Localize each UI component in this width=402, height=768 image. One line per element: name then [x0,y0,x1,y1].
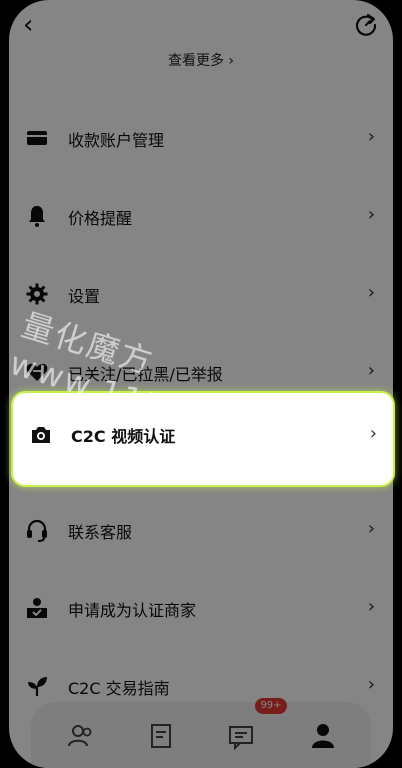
menu-item-label: 申请成为认证商家 [68,601,197,620]
sprout-icon [28,677,47,696]
tab-orders-icon[interactable] [147,722,175,750]
menu-item-payment-accounts[interactable]: 收款账户管理 › [9,108,393,168]
refresh-icon[interactable] [353,12,379,38]
menu-item-label: 已关注/已拉黑/已举报 [68,365,223,384]
menu-item-label: 价格提醒 [68,209,133,228]
menu-item-become-merchant[interactable]: 申请成为认证商家 › [9,578,393,638]
chevron-right-icon: › [367,674,375,695]
gear-icon [26,283,48,305]
merchant-icon [27,598,47,618]
chevron-right-icon: › [367,126,375,147]
menu-item-video-verification[interactable]: C2C 视频认证 › [11,391,395,487]
heart-icon [26,363,48,381]
tab-messages-icon[interactable] [227,722,255,750]
menu-item-price-alert[interactable]: 价格提醒 › [9,186,393,246]
chevron-right-icon: › [367,282,375,303]
chevron-right-icon: › [369,423,377,444]
menu-item-customer-service[interactable]: 联系客服 › [9,500,393,560]
menu-item-settings[interactable]: 设置 › [9,264,393,324]
menu-item-label: 联系客服 [68,523,133,542]
menu-item-label: C2C 交易指南 [68,679,170,698]
bottom-tab-bar: 99+ [31,698,371,768]
back-button[interactable]: ‹ [23,10,47,40]
notification-badge: 99+ [255,698,287,714]
chevron-right-icon: › [367,360,375,381]
tab-community-icon[interactable] [67,722,95,750]
chevron-right-icon: › [367,518,375,539]
menu-item-label: C2C 视频认证 [71,427,176,446]
menu-item-label: 设置 [68,287,101,306]
tab-profile-icon[interactable] [309,722,337,750]
menu-item-label: 收款账户管理 [68,131,165,150]
top-bar: ‹ [9,0,393,52]
bell-icon [29,206,45,227]
card-icon [27,131,47,145]
camera-icon [32,427,50,443]
app-screen: ‹ 查看更多 › 收款账户管理 › 价格提醒 › 设置 › 已关注/已拉黑/已举… [9,0,393,768]
headset-icon [27,519,47,542]
chevron-right-icon: › [367,204,375,225]
chevron-right-icon: › [367,596,375,617]
see-more-link[interactable]: 查看更多 › [9,50,393,74]
